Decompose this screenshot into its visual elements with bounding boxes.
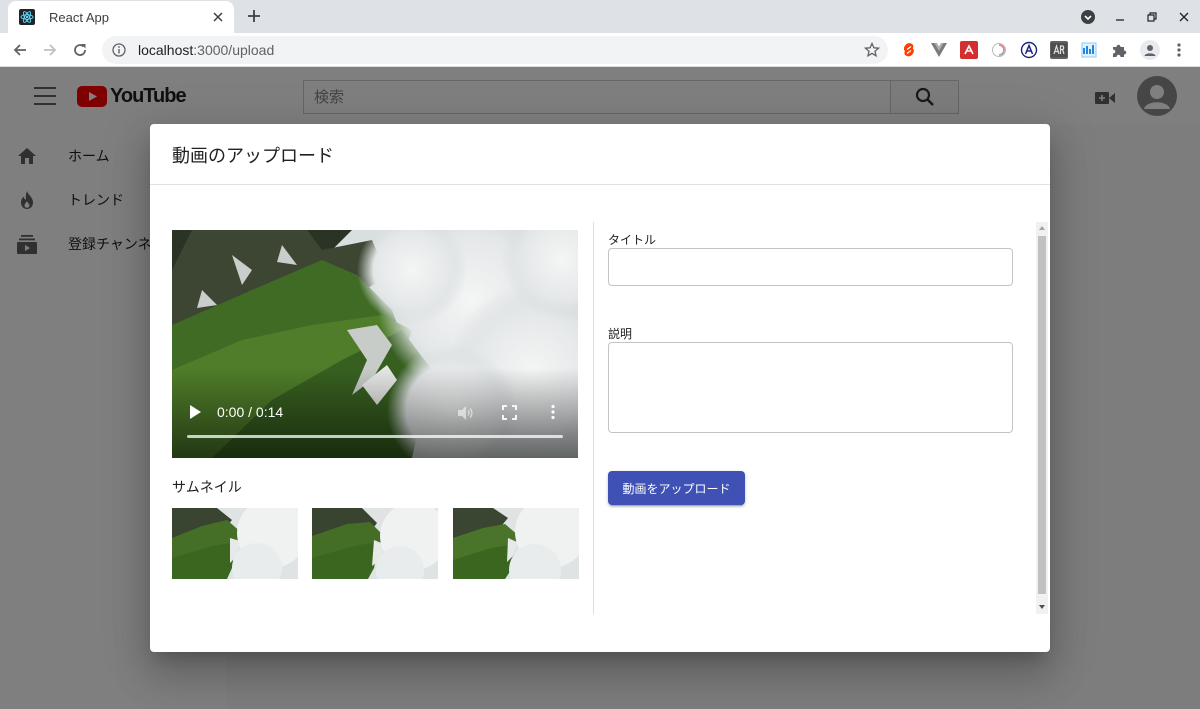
upload-dialog: 動画のアップロード 0:00 / 0:14 サムネイル タイトル 説明 動画をア… — [150, 124, 1050, 652]
tab-search-icon[interactable] — [1072, 0, 1104, 33]
thumbnail[interactable] — [172, 508, 298, 579]
window-controls — [1072, 0, 1200, 33]
play-icon[interactable] — [188, 404, 202, 420]
tool-icon[interactable] — [1080, 41, 1098, 59]
scroll-thumb[interactable] — [1038, 236, 1046, 594]
volume-muted-icon[interactable] — [456, 404, 474, 422]
back-arrow-icon[interactable] — [8, 38, 32, 62]
url-text: localhost:3000/upload — [138, 42, 274, 58]
browser-toolbar: localhost:3000/upload — [0, 33, 1200, 67]
title-field[interactable] — [608, 248, 1013, 286]
close-icon[interactable] — [210, 9, 226, 25]
video-time: 0:00 / 0:14 — [217, 404, 284, 420]
upload-video-button[interactable]: 動画をアップロード — [608, 471, 745, 505]
svelte-icon[interactable] — [900, 41, 918, 59]
description-label: 説明 — [608, 327, 633, 341]
info-icon[interactable] — [112, 43, 126, 57]
video-player[interactable]: 0:00 / 0:14 — [172, 230, 578, 458]
title-label: タイトル — [608, 233, 657, 247]
address-bar[interactable]: localhost:3000/upload — [102, 36, 888, 64]
video-progress-bar[interactable] — [187, 435, 563, 438]
thumbnail[interactable] — [312, 508, 438, 579]
scroll-up-arrow-icon[interactable] — [1036, 222, 1048, 234]
url-host: localhost — [138, 42, 194, 58]
dialog-divider — [150, 184, 1050, 185]
minimize-icon[interactable] — [1104, 0, 1136, 33]
vue-devtools-icon[interactable] — [930, 41, 948, 59]
redux-devtools-icon[interactable] — [960, 41, 978, 59]
forward-arrow-icon[interactable] — [38, 38, 62, 62]
fullscreen-icon[interactable] — [502, 405, 517, 420]
profile-icon[interactable] — [1140, 40, 1160, 60]
thumbnails-label: サムネイル — [172, 480, 242, 496]
close-window-icon[interactable] — [1168, 0, 1200, 33]
new-tab-icon[interactable] — [245, 7, 263, 25]
restore-icon[interactable] — [1136, 0, 1168, 33]
react-logo-icon — [19, 9, 35, 25]
dialog-title: 動画のアップロード — [172, 146, 334, 167]
chrome-menu-icon[interactable] — [1170, 41, 1188, 59]
tab-title: React App — [49, 9, 109, 25]
browser-tabstrip: React App — [0, 0, 1200, 33]
thumbnail[interactable] — [453, 508, 579, 579]
puzzle-icon[interactable] — [1110, 41, 1128, 59]
scroll-down-arrow-icon[interactable] — [1036, 600, 1048, 614]
description-field[interactable] — [608, 342, 1013, 433]
pinwheel-icon[interactable] — [990, 41, 1008, 59]
bookmark-star-icon[interactable] — [863, 41, 881, 58]
ar-icon[interactable] — [1050, 41, 1068, 59]
more-options-icon[interactable] — [550, 404, 556, 420]
reload-icon[interactable] — [68, 38, 92, 62]
browser-tab[interactable]: React App — [8, 1, 234, 33]
a-icon[interactable] — [1020, 41, 1038, 59]
column-divider — [593, 222, 594, 614]
url-path: :3000/upload — [193, 42, 275, 58]
dialog-scrollbar[interactable] — [1036, 222, 1048, 614]
